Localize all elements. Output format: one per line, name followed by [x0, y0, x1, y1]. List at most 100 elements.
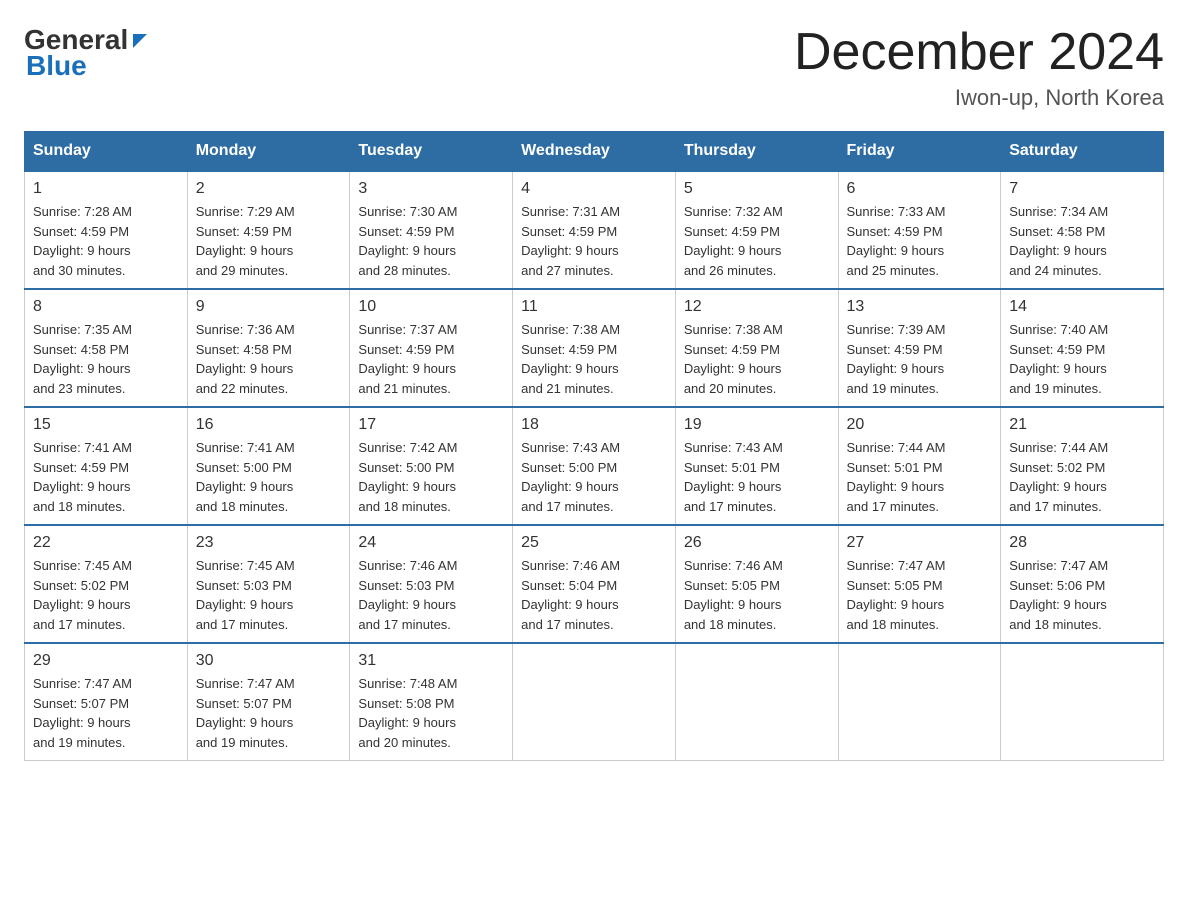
daylight-label: Daylight: 9 hours: [33, 243, 131, 258]
sunrise-label: Sunrise: 7:43 AM: [684, 440, 783, 455]
daylight-minutes: and 21 minutes.: [521, 381, 614, 396]
day-info: Sunrise: 7:44 AM Sunset: 5:02 PM Dayligh…: [1009, 438, 1155, 516]
logo-blue: Blue: [26, 50, 87, 82]
daylight-minutes: and 22 minutes.: [196, 381, 289, 396]
empty-cell: [1001, 643, 1164, 761]
sunset-label: Sunset: 5:00 PM: [521, 460, 617, 475]
day-info: Sunrise: 7:47 AM Sunset: 5:05 PM Dayligh…: [847, 556, 993, 634]
daylight-label: Daylight: 9 hours: [358, 597, 456, 612]
sunset-label: Sunset: 4:58 PM: [1009, 224, 1105, 239]
day-cell-5: 5 Sunrise: 7:32 AM Sunset: 4:59 PM Dayli…: [675, 171, 838, 289]
day-number: 24: [358, 534, 504, 552]
day-info: Sunrise: 7:46 AM Sunset: 5:04 PM Dayligh…: [521, 556, 667, 634]
daylight-minutes: and 19 minutes.: [847, 381, 940, 396]
day-cell-30: 30 Sunrise: 7:47 AM Sunset: 5:07 PM Dayl…: [187, 643, 350, 761]
daylight-label: Daylight: 9 hours: [847, 361, 945, 376]
day-info: Sunrise: 7:48 AM Sunset: 5:08 PM Dayligh…: [358, 674, 504, 752]
day-number: 10: [358, 298, 504, 316]
day-info: Sunrise: 7:43 AM Sunset: 5:00 PM Dayligh…: [521, 438, 667, 516]
day-info: Sunrise: 7:35 AM Sunset: 4:58 PM Dayligh…: [33, 320, 179, 398]
week-row-2: 8 Sunrise: 7:35 AM Sunset: 4:58 PM Dayli…: [25, 289, 1164, 407]
sunrise-label: Sunrise: 7:44 AM: [847, 440, 946, 455]
daylight-minutes: and 28 minutes.: [358, 263, 451, 278]
daylight-minutes: and 19 minutes.: [33, 735, 126, 750]
daylight-minutes: and 23 minutes.: [33, 381, 126, 396]
empty-cell: [513, 643, 676, 761]
day-info: Sunrise: 7:32 AM Sunset: 4:59 PM Dayligh…: [684, 202, 830, 280]
daylight-label: Daylight: 9 hours: [358, 243, 456, 258]
sunrise-label: Sunrise: 7:47 AM: [196, 676, 295, 691]
day-cell-28: 28 Sunrise: 7:47 AM Sunset: 5:06 PM Dayl…: [1001, 525, 1164, 643]
day-cell-18: 18 Sunrise: 7:43 AM Sunset: 5:00 PM Dayl…: [513, 407, 676, 525]
day-info: Sunrise: 7:45 AM Sunset: 5:02 PM Dayligh…: [33, 556, 179, 634]
sunset-label: Sunset: 5:06 PM: [1009, 578, 1105, 593]
daylight-label: Daylight: 9 hours: [358, 361, 456, 376]
sunrise-label: Sunrise: 7:38 AM: [521, 322, 620, 337]
daylight-minutes: and 24 minutes.: [1009, 263, 1102, 278]
day-number: 12: [684, 298, 830, 316]
daylight-label: Daylight: 9 hours: [684, 597, 782, 612]
day-number: 22: [33, 534, 179, 552]
daylight-label: Daylight: 9 hours: [847, 479, 945, 494]
day-cell-2: 2 Sunrise: 7:29 AM Sunset: 4:59 PM Dayli…: [187, 171, 350, 289]
sunrise-label: Sunrise: 7:33 AM: [847, 204, 946, 219]
sunset-label: Sunset: 5:00 PM: [358, 460, 454, 475]
sunset-label: Sunset: 4:59 PM: [521, 342, 617, 357]
day-info: Sunrise: 7:40 AM Sunset: 4:59 PM Dayligh…: [1009, 320, 1155, 398]
day-cell-12: 12 Sunrise: 7:38 AM Sunset: 4:59 PM Dayl…: [675, 289, 838, 407]
sunrise-label: Sunrise: 7:39 AM: [847, 322, 946, 337]
day-info: Sunrise: 7:45 AM Sunset: 5:03 PM Dayligh…: [196, 556, 342, 634]
day-cell-26: 26 Sunrise: 7:46 AM Sunset: 5:05 PM Dayl…: [675, 525, 838, 643]
day-info: Sunrise: 7:28 AM Sunset: 4:59 PM Dayligh…: [33, 202, 179, 280]
day-number: 14: [1009, 298, 1155, 316]
daylight-minutes: and 17 minutes.: [521, 617, 614, 632]
daylight-minutes: and 25 minutes.: [847, 263, 940, 278]
daylight-minutes: and 30 minutes.: [33, 263, 126, 278]
day-cell-1: 1 Sunrise: 7:28 AM Sunset: 4:59 PM Dayli…: [25, 171, 188, 289]
sunset-label: Sunset: 4:58 PM: [196, 342, 292, 357]
day-number: 1: [33, 180, 179, 198]
week-row-4: 22 Sunrise: 7:45 AM Sunset: 5:02 PM Dayl…: [25, 525, 1164, 643]
day-number: 8: [33, 298, 179, 316]
sunset-label: Sunset: 5:03 PM: [196, 578, 292, 593]
daylight-label: Daylight: 9 hours: [1009, 597, 1107, 612]
daylight-minutes: and 18 minutes.: [684, 617, 777, 632]
daylight-minutes: and 18 minutes.: [847, 617, 940, 632]
day-cell-21: 21 Sunrise: 7:44 AM Sunset: 5:02 PM Dayl…: [1001, 407, 1164, 525]
daylight-minutes: and 18 minutes.: [358, 499, 451, 514]
day-number: 17: [358, 416, 504, 434]
daylight-minutes: and 20 minutes.: [684, 381, 777, 396]
sunset-label: Sunset: 4:59 PM: [1009, 342, 1105, 357]
header-wednesday: Wednesday: [513, 132, 676, 172]
daylight-minutes: and 27 minutes.: [521, 263, 614, 278]
day-cell-14: 14 Sunrise: 7:40 AM Sunset: 4:59 PM Dayl…: [1001, 289, 1164, 407]
sunrise-label: Sunrise: 7:42 AM: [358, 440, 457, 455]
day-number: 16: [196, 416, 342, 434]
daylight-minutes: and 19 minutes.: [1009, 381, 1102, 396]
day-info: Sunrise: 7:41 AM Sunset: 4:59 PM Dayligh…: [33, 438, 179, 516]
day-info: Sunrise: 7:47 AM Sunset: 5:07 PM Dayligh…: [196, 674, 342, 752]
sunrise-label: Sunrise: 7:47 AM: [1009, 558, 1108, 573]
day-number: 9: [196, 298, 342, 316]
daylight-label: Daylight: 9 hours: [684, 479, 782, 494]
daylight-minutes: and 18 minutes.: [196, 499, 289, 514]
day-cell-16: 16 Sunrise: 7:41 AM Sunset: 5:00 PM Dayl…: [187, 407, 350, 525]
sunrise-label: Sunrise: 7:47 AM: [847, 558, 946, 573]
daylight-label: Daylight: 9 hours: [196, 243, 294, 258]
day-number: 19: [684, 416, 830, 434]
sunset-label: Sunset: 4:59 PM: [358, 342, 454, 357]
day-number: 27: [847, 534, 993, 552]
day-number: 28: [1009, 534, 1155, 552]
calendar-subtitle: Iwon-up, North Korea: [794, 85, 1164, 111]
day-info: Sunrise: 7:34 AM Sunset: 4:58 PM Dayligh…: [1009, 202, 1155, 280]
daylight-minutes: and 17 minutes.: [521, 499, 614, 514]
header-sunday: Sunday: [25, 132, 188, 172]
daylight-label: Daylight: 9 hours: [196, 361, 294, 376]
sunset-label: Sunset: 4:59 PM: [33, 460, 129, 475]
sunrise-label: Sunrise: 7:28 AM: [33, 204, 132, 219]
day-number: 13: [847, 298, 993, 316]
day-info: Sunrise: 7:38 AM Sunset: 4:59 PM Dayligh…: [684, 320, 830, 398]
day-cell-19: 19 Sunrise: 7:43 AM Sunset: 5:01 PM Dayl…: [675, 407, 838, 525]
sunset-label: Sunset: 4:59 PM: [847, 224, 943, 239]
day-info: Sunrise: 7:41 AM Sunset: 5:00 PM Dayligh…: [196, 438, 342, 516]
